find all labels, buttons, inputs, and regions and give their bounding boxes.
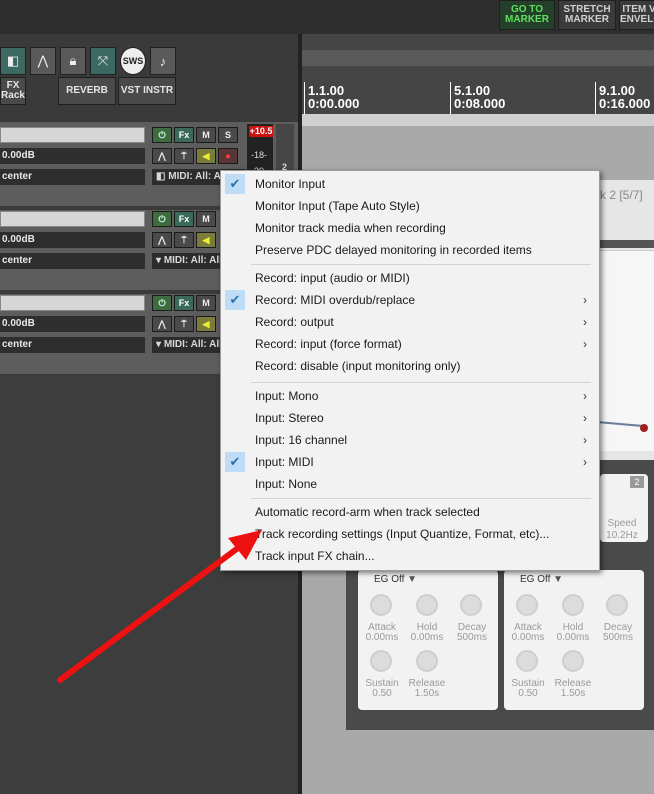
arrow-head <box>228 530 262 560</box>
arrow-shaft <box>57 545 241 683</box>
annotation-arrow <box>57 530 262 683</box>
